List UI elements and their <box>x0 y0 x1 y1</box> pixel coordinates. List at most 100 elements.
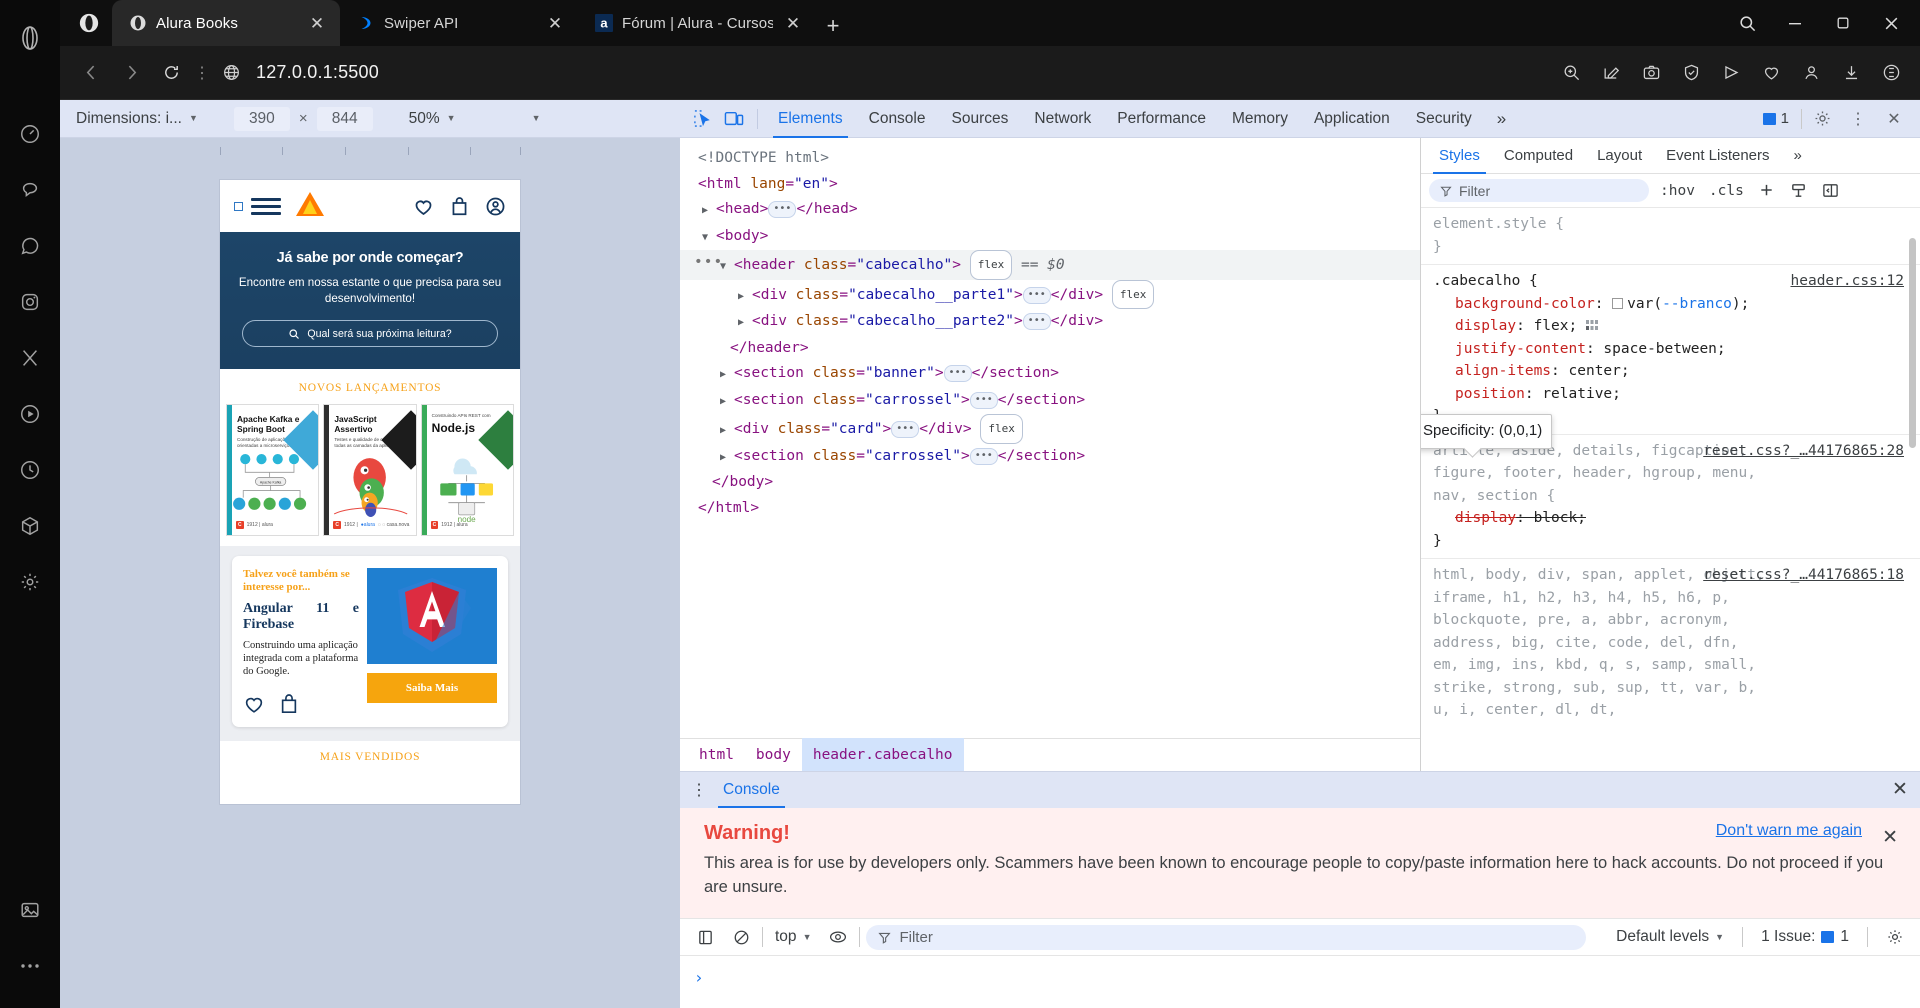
opera-menu-right-icon[interactable] <box>1874 54 1908 92</box>
ellipsis-icon[interactable]: ••• <box>1022 286 1051 304</box>
issues-counter[interactable]: 1 <box>1755 110 1797 127</box>
dom-node[interactable]: ▶ <head> ••• </head> <box>680 197 1420 224</box>
expand-triangle-icon[interactable]: ▶ <box>720 445 734 471</box>
tab-styles[interactable]: Styles <box>1427 138 1492 174</box>
tab-memory[interactable]: Memory <box>1219 100 1301 138</box>
expand-triangle-icon[interactable]: ▶ <box>720 362 734 388</box>
forward-button[interactable] <box>112 54 150 92</box>
css-rule[interactable]: reset.css?_…44176865:18 html, body, div,… <box>1421 559 1920 728</box>
dom-node[interactable]: </html> <box>680 496 1420 522</box>
flex-badge[interactable]: flex <box>1111 279 1155 309</box>
window-minimize-button[interactable] <box>1772 0 1818 46</box>
dom-node[interactable]: ▶ <section class="carrossel"> ••• </section… <box>680 388 1420 415</box>
css-source-link[interactable]: header.css:12 <box>1791 270 1905 293</box>
hov-toggle[interactable]: :hov <box>1657 183 1698 199</box>
page-preview[interactable]: Já sabe por onde começar? Encontre em no… <box>220 180 520 804</box>
breadcrumb-body[interactable]: body <box>745 738 802 771</box>
tab-close-2[interactable]: ✕ <box>782 12 804 34</box>
tab-application[interactable]: Application <box>1301 100 1403 138</box>
dom-node[interactable]: </body> <box>680 470 1420 496</box>
breadcrumb-header[interactable]: header.cabecalho <box>801 738 964 771</box>
css-declaration[interactable]: background-color: var(--branco); <box>1433 293 1910 316</box>
computed-sidebar-icon[interactable] <box>1819 179 1843 203</box>
gear-icon[interactable] <box>1806 103 1838 135</box>
page-menu-icon[interactable]: ⋮ <box>192 54 212 92</box>
profile-icon[interactable] <box>1794 54 1828 92</box>
dont-warn-me-again-link[interactable]: Don't warn me again <box>1716 822 1862 840</box>
tab-event-listeners[interactable]: Event Listeners <box>1654 138 1781 174</box>
flex-badge[interactable]: flex <box>980 414 1023 444</box>
inspect-element-icon[interactable] <box>686 104 718 134</box>
book-card[interactable]: JavaScript Assertivo Testes e qualidade … <box>323 404 417 537</box>
devtools-close-icon[interactable]: ✕ <box>1878 103 1910 135</box>
tab-elements[interactable]: Elements <box>765 100 856 138</box>
css-declaration[interactable]: align-items: center; <box>1433 360 1910 383</box>
console-prompt-row[interactable]: › <box>680 956 1920 1008</box>
ellipsis-icon[interactable]: ••• <box>969 447 998 465</box>
back-button[interactable] <box>72 54 110 92</box>
console-issues-counter[interactable]: 1 Issue: 1 <box>1755 928 1855 946</box>
console-sidebar-icon[interactable] <box>690 922 720 952</box>
css-rule[interactable]: reset.css?_…44176865:28 article, aside, … <box>1421 435 1920 559</box>
banner-search-input[interactable]: Qual será sua próxima leitura? <box>242 320 498 348</box>
snapshot-icon[interactable] <box>1634 54 1668 92</box>
tab-performance[interactable]: Performance <box>1104 100 1219 138</box>
collapse-triangle-icon[interactable]: ▼ <box>702 225 716 251</box>
new-tab-button[interactable]: + <box>816 6 850 46</box>
device-throttling-select[interactable]: ▼ <box>526 114 547 123</box>
speed-dial-icon[interactable] <box>0 106 60 162</box>
dom-node[interactable]: ▶ <div class="cabecalho__parte2"> ••• </div… <box>680 309 1420 336</box>
opera-menu-icon[interactable] <box>0 10 60 66</box>
console-levels-select[interactable]: Default levels ▼ <box>1610 928 1730 946</box>
ellipsis-icon[interactable]: ••• <box>943 365 972 382</box>
flex-badge[interactable]: flex <box>969 250 1013 280</box>
tab-1[interactable]: Swiper API ✕ <box>340 0 578 46</box>
toggle-element-state-icon[interactable] <box>1787 179 1811 203</box>
more-tabs-icon[interactable]: » <box>1485 109 1518 129</box>
dom-node[interactable]: <!DOCTYPE html> <box>680 146 1420 172</box>
styles-more-icon[interactable]: » <box>1782 138 1814 174</box>
breadcrumb-html[interactable]: html <box>688 738 745 771</box>
heart-icon[interactable] <box>413 196 434 217</box>
device-zoom-select[interactable]: 50% ▼ <box>403 110 462 128</box>
url-text[interactable]: 127.0.0.1:5500 <box>250 62 1552 83</box>
new-style-rule-icon[interactable] <box>1755 179 1779 203</box>
dom-node[interactable]: ▶ <div class="card"> ••• </div> flex <box>680 414 1420 444</box>
tab-computed[interactable]: Computed <box>1492 138 1585 174</box>
expand-triangle-icon[interactable]: ▶ <box>702 198 716 224</box>
bag-icon[interactable] <box>450 196 469 217</box>
heart-icon[interactable] <box>243 693 265 715</box>
saiba-mais-button[interactable]: Saiba Mais <box>367 673 497 704</box>
flex-editor-icon[interactable] <box>1585 320 1599 331</box>
dom-node-selected[interactable]: ••• ▼ <header class="cabecalho"> flex == … <box>680 250 1420 280</box>
shield-check-icon[interactable] <box>1674 54 1708 92</box>
downloads-icon[interactable] <box>1834 54 1868 92</box>
color-swatch[interactable] <box>1612 297 1624 309</box>
tab-close-0[interactable]: ✕ <box>306 12 328 34</box>
device-height-input[interactable]: 844 <box>316 106 373 131</box>
tab-0[interactable]: Alura Books ✕ <box>112 0 340 46</box>
player-icon[interactable] <box>0 386 60 442</box>
clear-console-icon[interactable] <box>726 922 756 952</box>
history-icon[interactable] <box>0 442 60 498</box>
tab-layout[interactable]: Layout <box>1585 138 1654 174</box>
dom-node[interactable]: <html lang="en"> <box>680 172 1420 198</box>
ellipsis-icon[interactable]: ••• <box>891 421 920 438</box>
expand-triangle-icon[interactable]: ▶ <box>720 389 734 415</box>
alura-logo[interactable] <box>295 191 325 222</box>
account-icon[interactable] <box>485 196 506 217</box>
ellipsis-icon[interactable]: ••• <box>768 201 797 218</box>
promo-card[interactable]: Talvez você também se interesse por... A… <box>232 556 508 727</box>
device-dimensions-select[interactable]: Dimensions: i... ▼ <box>70 110 204 128</box>
console-filter-input[interactable]: Filter <box>866 924 1587 950</box>
css-source-link[interactable]: reset.css?_…44176865:28 <box>1703 440 1904 463</box>
device-width-input[interactable]: 390 <box>233 106 290 131</box>
cls-toggle[interactable]: .cls <box>1706 183 1747 199</box>
dom-node[interactable]: ▶ <section class="banner"> ••• </section> <box>680 361 1420 388</box>
window-close-button[interactable] <box>1868 0 1914 46</box>
devtools-menu-icon[interactable]: ⋮ <box>1842 103 1874 135</box>
tab-2[interactable]: a Fórum | Alura - Cursos onli ✕ <box>578 0 816 46</box>
instagram-icon[interactable] <box>0 274 60 330</box>
tab-close-1[interactable]: ✕ <box>544 12 566 34</box>
edit-note-icon[interactable] <box>1594 54 1628 92</box>
